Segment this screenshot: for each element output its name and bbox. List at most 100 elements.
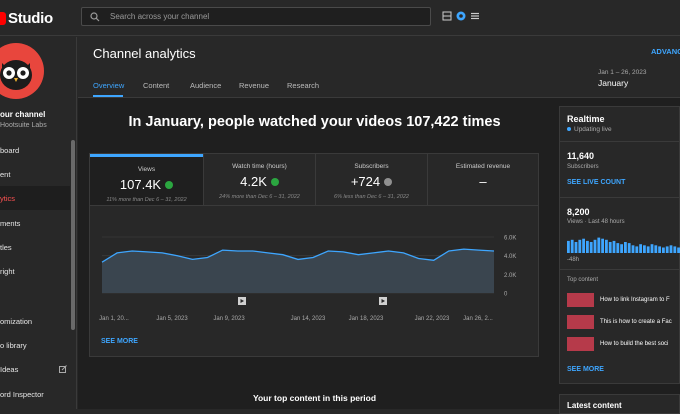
sidebar-item-label: ments	[0, 218, 21, 228]
sidebar-item-comments[interactable]: ments	[0, 211, 70, 235]
realtime-bar	[567, 240, 570, 253]
studio-logo[interactable]: Studio	[0, 8, 53, 28]
search-icon	[90, 11, 100, 21]
sidebar-item-subtitles[interactable]: tles	[0, 235, 70, 259]
metric-label: Subscribers	[354, 163, 389, 170]
sidebar-item-analytics[interactable]: ytics	[0, 186, 70, 210]
realtime-bar	[593, 239, 597, 253]
trend-up-icon	[165, 180, 174, 189]
sidebar-item-customization[interactable]: omization	[0, 309, 70, 333]
realtime-subscribers-value: 11,640	[567, 151, 595, 161]
x-tick-label: Jan 9, 2023	[213, 316, 245, 322]
realtime-views-label: Views · Last 48 hours	[567, 219, 625, 225]
tab-revenue[interactable]: Revenue	[239, 81, 269, 90]
realtime-status: Updating live	[567, 126, 612, 133]
divider	[560, 269, 680, 270]
realtime-bar-chart[interactable]	[567, 231, 680, 253]
sidebar-item-ideas[interactable]: Ideas	[0, 357, 70, 381]
top-content-title: Your top content in this period	[252, 393, 377, 403]
realtime-bar	[582, 238, 585, 253]
date-range-label[interactable]: January	[598, 78, 628, 88]
realtime-bar	[646, 246, 650, 253]
realtime-bar	[662, 247, 665, 253]
realtime-views-value: 8,200	[567, 207, 590, 217]
realtime-bar	[612, 240, 616, 253]
realtime-bar	[578, 239, 582, 253]
metric-watch-time[interactable]: Watch time (hours) 4.2K 24% more than De…	[203, 154, 315, 206]
x-tick-label: Jan 1, 20...	[99, 316, 129, 322]
see-live-count-link[interactable]: SEE LIVE COUNT	[567, 179, 625, 186]
top-video-item[interactable]: How to build the best soci	[567, 337, 680, 351]
live-dot-icon	[567, 127, 571, 131]
video-thumbnail	[567, 337, 594, 351]
video-thumbnail	[567, 293, 594, 307]
realtime-bar	[574, 242, 578, 253]
top-video-item[interactable]: This is how to create a Fac	[567, 315, 680, 329]
realtime-bar	[570, 239, 574, 253]
see-more-link[interactable]: SEE MORE	[101, 338, 138, 345]
y-tick-label: 0	[504, 292, 508, 298]
search-box[interactable]: Search across your channel	[81, 7, 431, 26]
sidebar-item-label: board	[0, 145, 20, 155]
channel-avatar[interactable]	[0, 43, 44, 99]
sidebar-scrollbar[interactable]	[71, 140, 75, 330]
tab-research[interactable]: Research	[287, 81, 319, 90]
analytics-header: Channel analytics ADVANC Overview Conten…	[78, 37, 680, 98]
youtube-logo-icon	[0, 11, 6, 25]
tab-content[interactable]: Content	[143, 81, 169, 90]
settings-icon[interactable]	[456, 11, 466, 21]
realtime-card: Realtime Updating live 11,640 Subscriber…	[559, 106, 680, 384]
sidebar-item-copyright[interactable]: right	[0, 259, 70, 283]
video-title: How to link Instagram to F	[600, 297, 670, 303]
realtime-bar	[620, 244, 623, 253]
metric-value: +724	[350, 174, 381, 189]
realtime-bar	[605, 239, 608, 253]
external-link-icon	[59, 365, 67, 373]
realtime-bar	[669, 245, 673, 253]
views-chart[interactable]: 6.0K 4.0K 2.0K 0 Jan 1, 20... Jan 5, 2023 Jan …	[90, 209, 538, 329]
realtime-bar	[643, 245, 646, 253]
metric-views[interactable]: Views 107.4K 11% more than Dec 6 – 31, 2…	[90, 154, 203, 206]
channel-name: Hootsuite Labs	[0, 122, 47, 129]
main-content: Channel analytics ADVANC Overview Conten…	[78, 37, 680, 414]
metric-revenue[interactable]: Estimated revenue –	[427, 154, 538, 206]
channel-title: our channel	[0, 110, 46, 119]
metric-label: Watch time (hours)	[232, 163, 287, 170]
sidebar-item-dashboard[interactable]: board	[0, 138, 70, 162]
sidebar-item-keyword-inspector[interactable]: ord Inspector	[0, 382, 70, 406]
sidebar-item-label: tles	[0, 242, 12, 252]
top-video-item[interactable]: How to link Instagram to F	[567, 293, 680, 307]
realtime-bar	[627, 243, 631, 253]
video-thumbnail	[567, 315, 594, 329]
sidebar-item-label: right	[0, 266, 15, 276]
metric-label: Estimated revenue	[455, 163, 511, 170]
date-range-text[interactable]: Jan 1 – 26, 2023	[598, 69, 646, 76]
active-tab-indicator	[93, 95, 123, 97]
trend-up-icon	[270, 177, 279, 186]
sidebar-item-content[interactable]: ent	[0, 162, 70, 186]
realtime-bar	[589, 242, 593, 253]
metrics-card: Views 107.4K 11% more than Dec 6 – 31, 2…	[89, 153, 539, 357]
sidebar-item-label: Ideas	[0, 364, 19, 374]
metric-label: Views	[137, 166, 156, 173]
realtime-title: Realtime	[567, 114, 605, 124]
apps-icon[interactable]	[442, 11, 452, 21]
sidebar-item-label: ord Inspector	[0, 389, 44, 399]
trend-down-icon	[384, 177, 393, 186]
tab-audience[interactable]: Audience	[190, 81, 221, 90]
realtime-see-more-link[interactable]: SEE MORE	[567, 366, 604, 373]
y-tick-label: 4.0K	[504, 254, 516, 260]
metric-comparison: 11% more than Dec 6 – 31, 2022	[106, 197, 187, 203]
advanced-mode-link[interactable]: ADVANC	[651, 47, 680, 56]
divider	[560, 141, 680, 142]
latest-content-card: Latest content	[559, 394, 680, 414]
tab-overview[interactable]: Overview	[93, 81, 124, 90]
x-tick-label: Jan 18, 2023	[349, 316, 384, 322]
metric-subscribers[interactable]: Subscribers +724 6% less than Dec 6 – 31…	[315, 154, 427, 206]
search-input[interactable]: Search across your channel	[110, 12, 209, 21]
metric-value: –	[479, 174, 487, 189]
menu-icon[interactable]	[470, 11, 480, 21]
metric-value: 107.4K	[119, 177, 162, 192]
sidebar-item-audio-library[interactable]: o library	[0, 333, 70, 357]
video-title: How to build the best soci	[600, 341, 669, 347]
